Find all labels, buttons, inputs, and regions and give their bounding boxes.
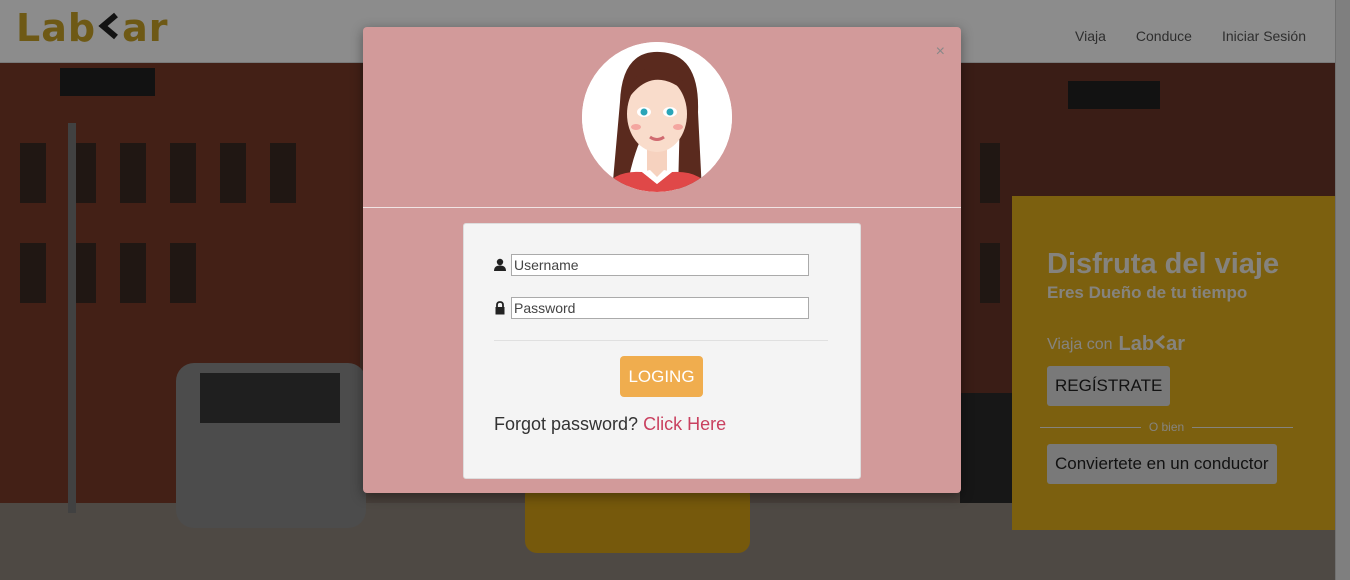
forgot-password-link[interactable]: Click Here bbox=[643, 414, 726, 434]
close-icon[interactable]: × bbox=[936, 43, 945, 61]
login-modal: × LOGING bbox=[363, 27, 961, 493]
forgot-password-line: Forgot password? Click Here bbox=[494, 414, 726, 435]
password-row bbox=[494, 297, 809, 319]
username-row bbox=[494, 254, 809, 276]
username-input[interactable] bbox=[511, 254, 809, 276]
form-divider bbox=[494, 340, 828, 341]
forgot-password-text: Forgot password? bbox=[494, 414, 639, 434]
avatar-illustration-icon bbox=[582, 42, 732, 192]
modal-divider bbox=[363, 207, 961, 208]
login-button[interactable]: LOGING bbox=[620, 356, 703, 397]
avatar bbox=[582, 42, 732, 192]
user-icon bbox=[494, 258, 506, 272]
password-input[interactable] bbox=[511, 297, 809, 319]
login-form: LOGING Forgot password? Click Here bbox=[463, 223, 861, 479]
lock-icon bbox=[494, 301, 506, 315]
